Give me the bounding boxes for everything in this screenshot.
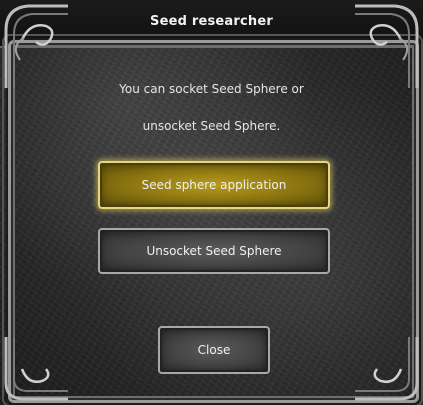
seed-researcher-window: Seed researcher You can socket Seed Sphe… xyxy=(0,0,423,405)
unsocket-seed-sphere-button[interactable]: Unsocket Seed Sphere xyxy=(98,228,330,274)
title-bar: Seed researcher xyxy=(0,0,423,48)
window-title: Seed researcher xyxy=(150,14,273,29)
corner-ornament-bottom-right-icon xyxy=(355,337,419,401)
corner-ornament-bottom-left-icon xyxy=(4,337,68,401)
message-line-2: unsocket Seed Sphere. xyxy=(142,119,281,133)
message-line-1: You can socket Seed Sphere or xyxy=(119,82,304,96)
close-button[interactable]: Close xyxy=(158,326,270,374)
seed-sphere-application-button[interactable]: Seed sphere application xyxy=(98,161,330,209)
